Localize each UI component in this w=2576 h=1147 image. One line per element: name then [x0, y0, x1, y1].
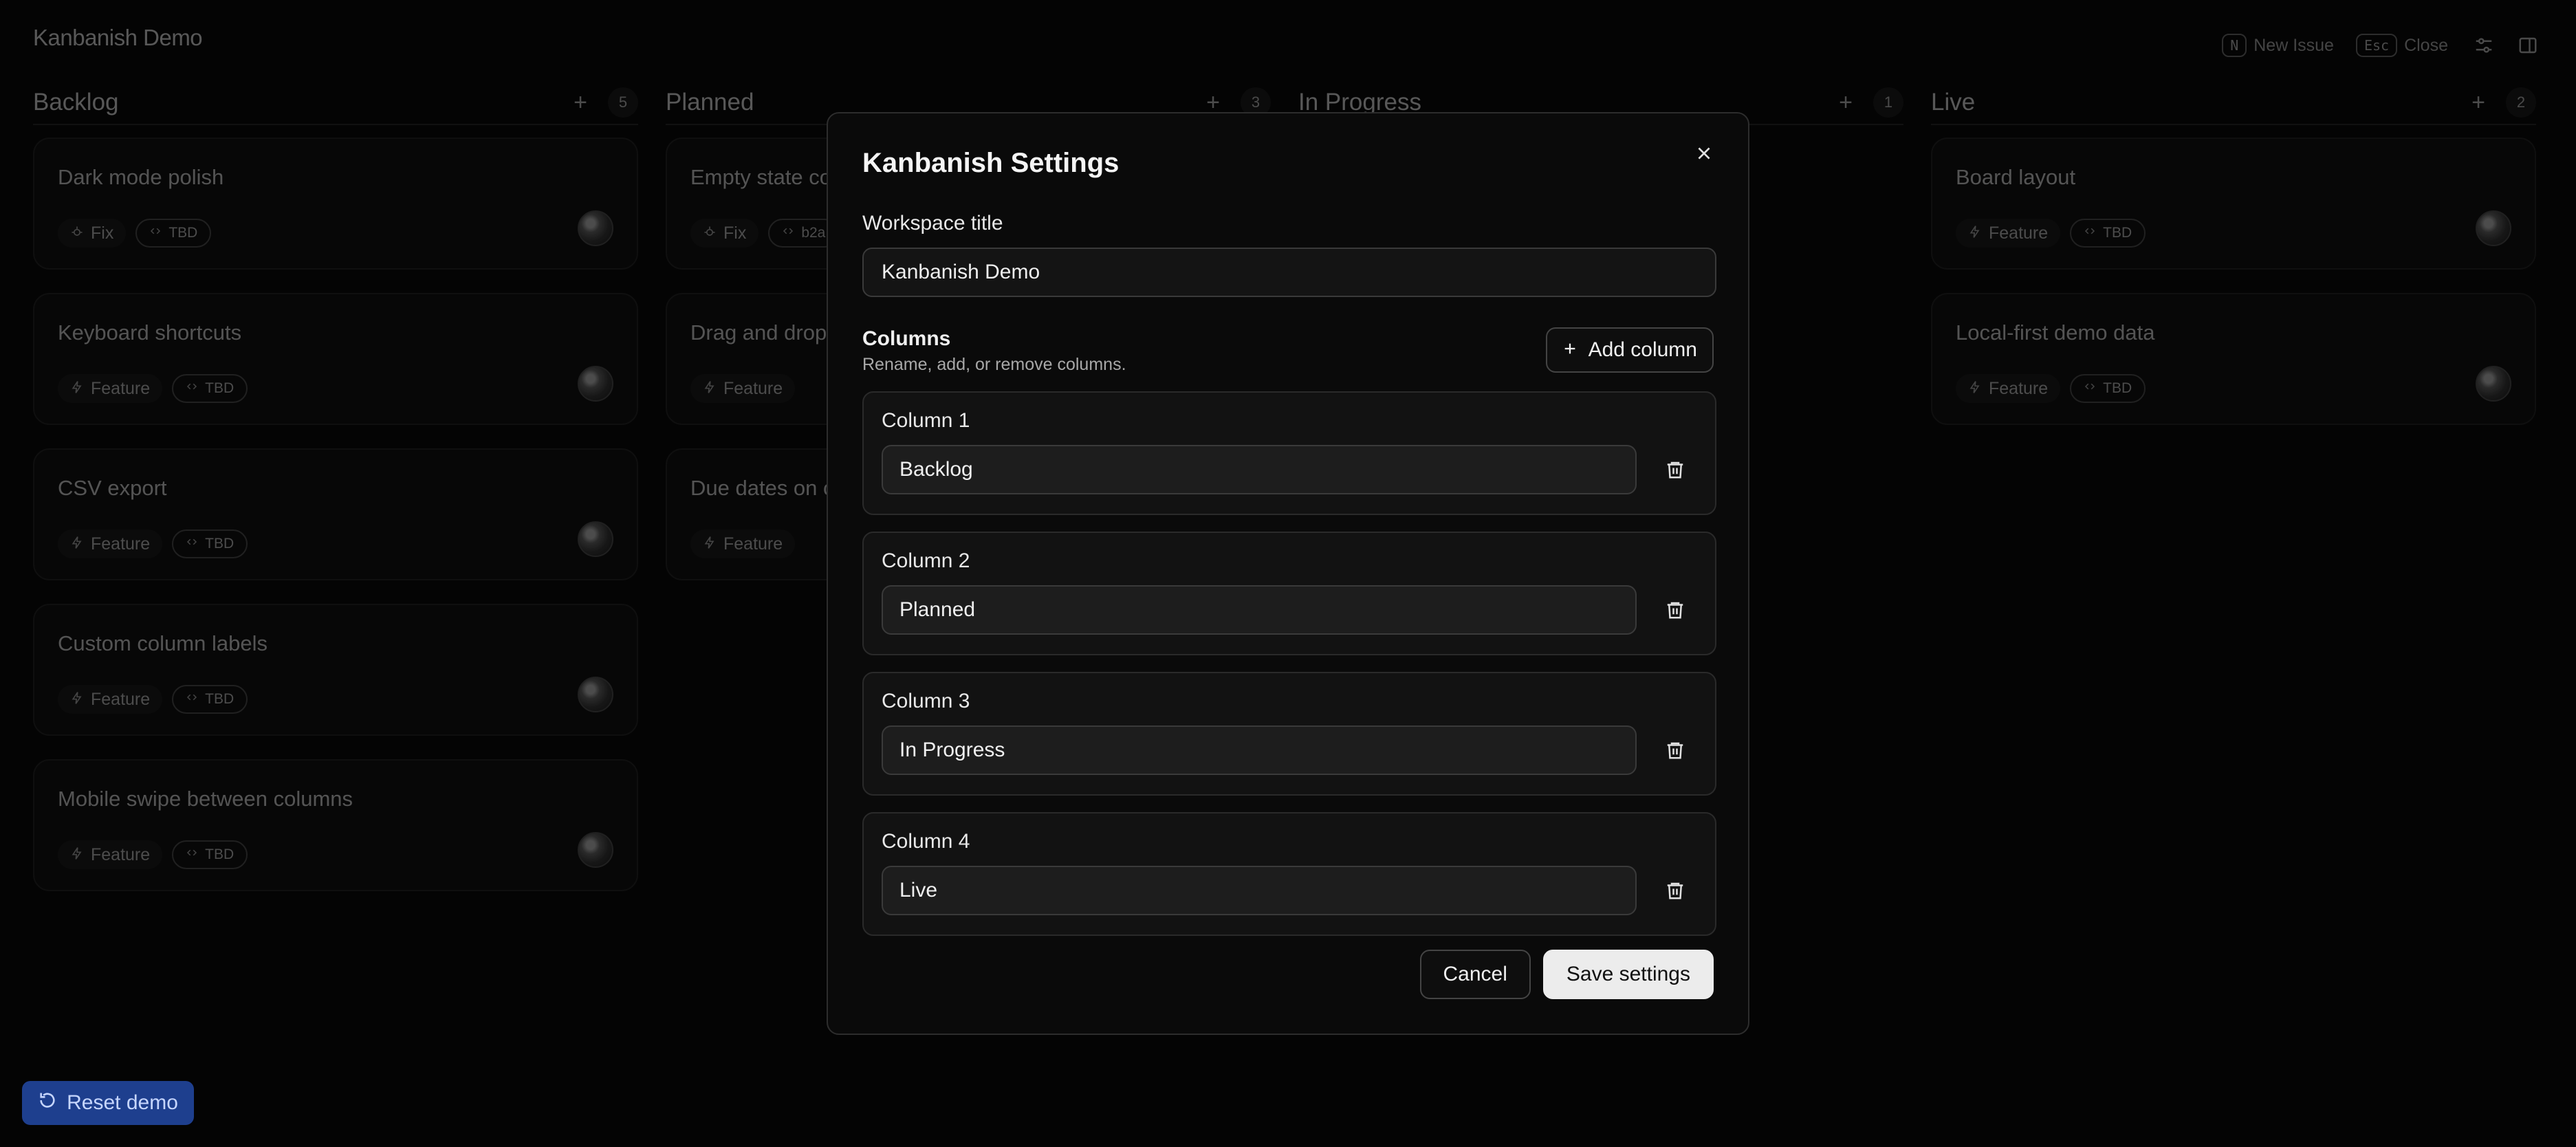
column-label: Column 4 [882, 830, 970, 853]
column-settings-panel: Column 1 [862, 391, 1716, 515]
plus-icon [1562, 338, 1578, 362]
trash-icon[interactable] [1661, 596, 1689, 624]
modal-footer: Cancel Save settings [1419, 950, 1714, 999]
settings-modal: Kanbanish Settings Workspace title Colum… [827, 112, 1749, 1035]
reset-demo-button[interactable]: Reset demo [22, 1081, 194, 1125]
column-settings-panel: Column 4 [862, 812, 1716, 936]
column-label: Column 2 [882, 549, 970, 572]
column-settings-panel: Column 2 [862, 532, 1716, 655]
column-label: Column 1 [882, 409, 970, 432]
column-name-input[interactable] [882, 445, 1637, 494]
reset-icon [38, 1091, 57, 1115]
trash-icon[interactable] [1661, 877, 1689, 904]
column-settings-panel: Column 3 [862, 672, 1716, 796]
column-name-input[interactable] [882, 585, 1637, 635]
workspace-title-label: Workspace title [862, 212, 1003, 234]
column-name-input[interactable] [882, 866, 1637, 915]
save-settings-button[interactable]: Save settings [1542, 950, 1714, 999]
add-column-button[interactable]: Add column [1545, 327, 1714, 373]
add-column-label: Add column [1588, 338, 1697, 361]
columns-header: Columns Rename, add, or remove columns. … [862, 327, 1714, 375]
trash-icon[interactable] [1661, 736, 1689, 764]
column-label: Column 3 [882, 690, 970, 712]
columns-title: Columns [862, 327, 951, 350]
column-name-input[interactable] [882, 725, 1637, 775]
trash-icon[interactable] [1661, 456, 1689, 483]
cancel-button[interactable]: Cancel [1419, 950, 1531, 999]
modal-title: Kanbanish Settings [862, 148, 1120, 178]
column-list: Column 1 Column 2 Column 3 Column 4 [862, 391, 1716, 936]
columns-subtitle: Rename, add, or remove columns. [862, 355, 1126, 374]
reset-demo-label: Reset demo [67, 1091, 178, 1114]
workspace-title-input[interactable] [862, 248, 1716, 297]
close-icon[interactable] [1689, 138, 1719, 168]
